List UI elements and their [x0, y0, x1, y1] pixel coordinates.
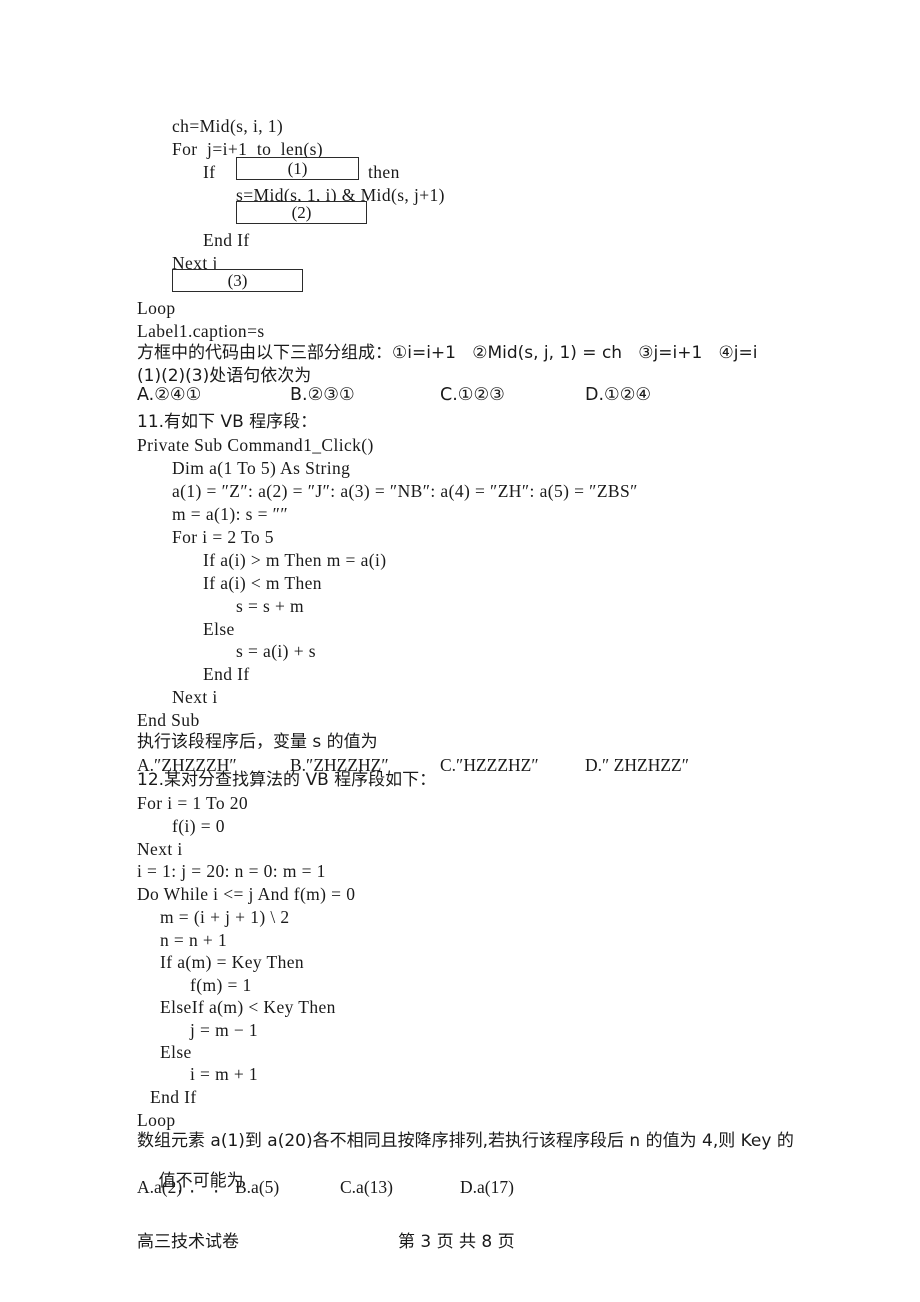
q12-option-c[interactable]: C.a(13)	[340, 1178, 393, 1197]
code-line: Else	[203, 619, 235, 639]
q11-stem: 11.有如下 VB 程序段：	[137, 412, 318, 432]
q12-question-line-1: 数组元素 a(1)到 a(20)各不相同且按降序排列,若执行该程序段后 n 的值…	[137, 1131, 794, 1151]
code-line: f(m) = 1	[190, 975, 252, 995]
q12-question-emphasis: 不可能	[176, 1171, 227, 1191]
code-line: Private Sub Command1_Click()	[137, 435, 374, 455]
answer-blank-1[interactable]: (1)	[236, 157, 359, 180]
code-line: If a(i) > m Then m = a(i)	[203, 550, 387, 570]
code-line: If a(i) < m Then	[203, 573, 322, 593]
code-line: For j=i+1 to len(s)	[172, 139, 324, 159]
code-line: s = a(i) + s	[236, 641, 316, 661]
answer-blank-2[interactable]: (2)	[236, 201, 367, 224]
code-line: Label1.caption=s	[137, 321, 265, 341]
exam-page: ch=Mid(s, i, 1) For j=i+1 to len(s) If t…	[0, 0, 920, 1302]
code-line: Else	[160, 1042, 192, 1062]
code-line: If a(m) = Key Then	[160, 952, 305, 972]
code-line-then: then	[368, 162, 400, 182]
code-line: s = s + m	[236, 596, 305, 616]
code-line: For i = 2 To 5	[172, 527, 274, 547]
code-line: End If	[203, 230, 250, 250]
q10-prompt-line: (1)(2)(3)处语句依次为	[137, 366, 312, 386]
q10-option-b[interactable]: B.②③①	[290, 386, 355, 405]
q12-stem: 12.某对分查找算法的 VB 程序段如下：	[137, 770, 437, 790]
code-line: n = n + 1	[160, 930, 228, 950]
q12-option-a[interactable]: A.a(2)	[137, 1178, 182, 1197]
code-line: Next i	[172, 687, 218, 707]
code-line: m = (i + j + 1) \ 2	[160, 907, 290, 927]
code-line: ElseIf a(m) < Key Then	[160, 997, 336, 1017]
code-line: Do While i <= j And f(m) = 0	[137, 884, 356, 904]
code-line: Next i	[137, 839, 183, 859]
code-line: Dim a(1 To 5) As String	[172, 458, 351, 478]
code-line: ch=Mid(s, i, 1)	[172, 116, 284, 136]
footer-page-number: 第 3 页 共 8 页	[398, 1232, 515, 1252]
code-line: Loop	[137, 1110, 176, 1130]
code-line: f(i) = 0	[172, 816, 225, 836]
q10-option-c[interactable]: C.①②③	[440, 386, 505, 405]
q10-option-d[interactable]: D.①②④	[585, 386, 651, 405]
footer-subject: 高三技术试卷	[137, 1232, 239, 1252]
code-line: i = m + 1	[190, 1064, 259, 1084]
code-line: End If	[203, 664, 250, 684]
code-line: End Sub	[137, 710, 200, 730]
answer-blank-3[interactable]: (3)	[172, 269, 303, 292]
code-line: Loop	[137, 298, 176, 318]
code-line: For i = 1 To 20	[137, 793, 249, 813]
q11-question-line: 执行该段程序后，变量 s 的值为	[137, 732, 378, 752]
code-line: m = a(1): s = ″″	[172, 504, 289, 524]
q12-option-b[interactable]: B.a(5)	[235, 1178, 279, 1197]
code-line: i = 1: j = 20: n = 0: m = 1	[137, 861, 326, 881]
code-line: a(1) = ″Z″: a(2) = ″J″: a(3) = ″NB″: a(4…	[172, 481, 638, 501]
code-line-if: If	[203, 162, 216, 182]
q12-option-d[interactable]: D.a(17)	[460, 1178, 514, 1197]
q11-option-d[interactable]: D.″ ZHZHZZ″	[585, 756, 689, 775]
code-line: End If	[150, 1087, 197, 1107]
q10-composition-line: 方框中的代码由以下三部分组成：①i=i+1 ②Mid(s, j, 1) = ch…	[137, 343, 758, 363]
q10-option-a[interactable]: A.②④①	[137, 386, 201, 405]
q11-option-c[interactable]: C.″HZZZHZ″	[440, 756, 539, 775]
code-line: j = m − 1	[190, 1020, 259, 1040]
